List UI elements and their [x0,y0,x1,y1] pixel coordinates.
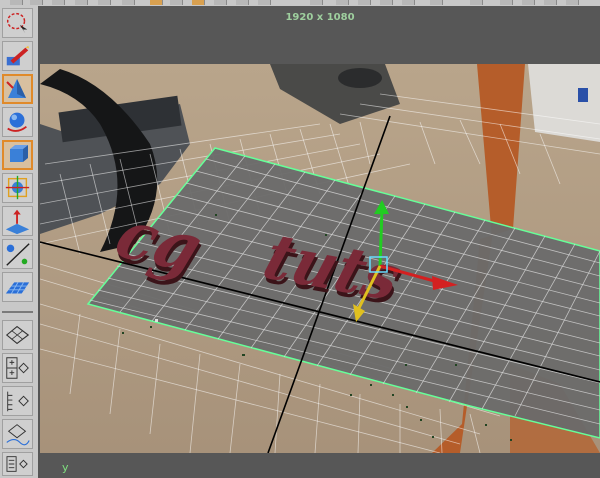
viewport-footer: y [40,453,600,478]
move-cone-icon [6,79,26,98]
four-pane-icon [6,357,29,379]
scene-canvas[interactable]: cg cg tuts tuts [40,64,600,453]
toolbar-button[interactable] [52,0,65,5]
perspective-viewport[interactable]: cg cg tuts tuts [40,64,600,453]
toolbar-button[interactable] [430,0,443,5]
scale-cube-icon [10,145,28,162]
paint-brush-icon [6,45,30,66]
tool-box [0,6,40,478]
toolbar-button[interactable] [470,0,483,5]
show-manipulator-icon [6,243,30,266]
rotate-sphere-icon [7,112,27,132]
hypershade-layout[interactable] [2,419,33,449]
toolbar-button[interactable] [310,0,323,5]
move-tool[interactable] [2,74,33,104]
toolbar-button[interactable] [258,0,271,5]
outliner-layout[interactable] [2,386,33,416]
toolbar-button[interactable] [192,0,205,5]
four-pane-layout[interactable] [2,353,33,383]
toolbar-button[interactable] [522,0,535,5]
lasso-select-tool[interactable] [2,8,33,38]
universal-manipulator-tool[interactable] [2,173,33,203]
toolbar-button[interactable] [358,0,371,5]
toolbar-button[interactable] [236,0,249,5]
axis-indicator-y: y [62,461,69,474]
graph-editor-layout[interactable] [2,452,33,476]
single-pane-icon [5,325,30,345]
toolbar-button[interactable] [170,0,183,5]
lasso-icon [6,12,28,34]
scale-tool[interactable] [2,140,33,170]
soft-mod-icon [5,209,30,235]
toolbar-button[interactable] [122,0,135,5]
toolbar-button[interactable] [75,0,88,5]
shelf-separator [2,311,33,313]
toolbar-button[interactable] [214,0,227,5]
hypershade-icon [6,424,30,446]
toolbar-button[interactable] [544,0,557,5]
toolbar-button[interactable] [380,0,393,5]
toolbar-button[interactable] [402,0,415,5]
single-pane-layout[interactable] [2,320,33,350]
graph-editor-icon [6,456,28,472]
toolbar-button[interactable] [98,0,111,5]
resolution-gate-label: 1920 x 1080 [285,12,355,23]
toolbar-button[interactable] [10,0,23,5]
printer-logo [578,88,588,102]
grid-plane-icon [5,282,30,294]
toolbar-button[interactable] [336,0,349,5]
last-tool-used[interactable] [2,272,33,302]
toolbar-button[interactable] [500,0,513,5]
outliner-icon [7,391,29,412]
show-manipulator-tool[interactable] [2,239,33,269]
paint-select-tool[interactable] [2,41,33,71]
toolbar-button[interactable] [150,0,163,5]
device-lens [338,68,382,88]
universal-manipulator-icon [5,175,30,200]
soft-modification-tool[interactable] [2,206,33,236]
viewport-header: 1920 x 1080 [40,6,600,64]
toolbar-button[interactable] [566,0,579,5]
rotate-tool[interactable] [2,107,33,137]
toolbar-button[interactable] [30,0,43,5]
